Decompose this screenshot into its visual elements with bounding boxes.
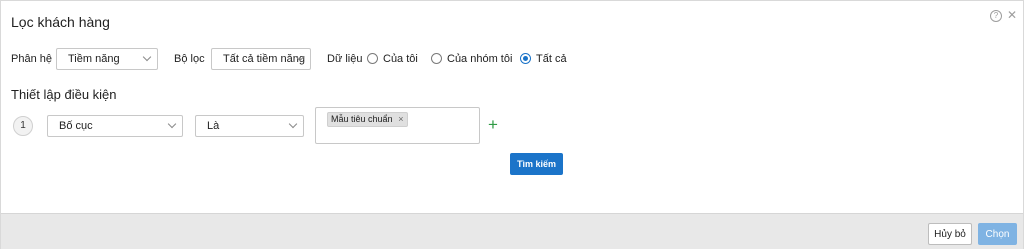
value-tag-label: Mẫu tiêu chuẩn: [331, 114, 393, 124]
condition-value-input[interactable]: Mẫu tiêu chuẩn ×: [315, 107, 480, 144]
help-icon[interactable]: ?: [990, 10, 1002, 22]
subsystem-label: Phân hệ: [11, 53, 52, 65]
condition-field-value: Bố cục: [59, 120, 93, 132]
add-condition-icon[interactable]: +: [488, 116, 498, 133]
radio-my-team-label[interactable]: Của nhóm tôi: [447, 53, 512, 65]
radio-all[interactable]: [520, 53, 531, 64]
radio-mine-label[interactable]: Của tôi: [383, 53, 418, 65]
chevron-down-icon: [288, 119, 298, 129]
value-tag: Mẫu tiêu chuẩn ×: [327, 112, 408, 127]
condition-operator-value: Là: [207, 120, 220, 132]
condition-index: 1: [13, 116, 33, 136]
data-label: Dữ liệu: [327, 53, 363, 65]
remove-tag-icon[interactable]: ×: [398, 113, 403, 126]
filter-customers-dialog: Lọc khách hàng ? ✕ Phân hệ Tiềm năng Bộ …: [0, 0, 1024, 249]
chevron-down-icon: [167, 119, 177, 129]
chevron-down-icon: [142, 52, 152, 62]
radio-mine[interactable]: [367, 53, 378, 64]
radio-my-team[interactable]: [431, 53, 442, 64]
close-icon[interactable]: ✕: [1007, 8, 1017, 22]
condition-operator-select[interactable]: Là: [195, 115, 304, 137]
search-button[interactable]: Tìm kiếm: [510, 153, 563, 175]
subsystem-select[interactable]: Tiềm năng: [56, 48, 158, 70]
dialog-footer: Hủy bỏ Chọn: [1, 213, 1023, 249]
filter-label: Bộ lọc: [174, 53, 205, 65]
subsystem-value: Tiềm năng: [68, 53, 120, 65]
condition-field-select[interactable]: Bố cục: [47, 115, 183, 137]
filter-select[interactable]: Tất cả tiềm năng: [211, 48, 311, 70]
conditions-title: Thiết lập điều kiện: [11, 87, 117, 102]
choose-button[interactable]: Chọn: [978, 223, 1017, 245]
cancel-button[interactable]: Hủy bỏ: [928, 223, 972, 245]
dialog-title: Lọc khách hàng: [11, 14, 110, 30]
filter-value: Tất cả tiềm năng: [223, 53, 305, 65]
radio-all-label[interactable]: Tất cả: [536, 53, 567, 65]
